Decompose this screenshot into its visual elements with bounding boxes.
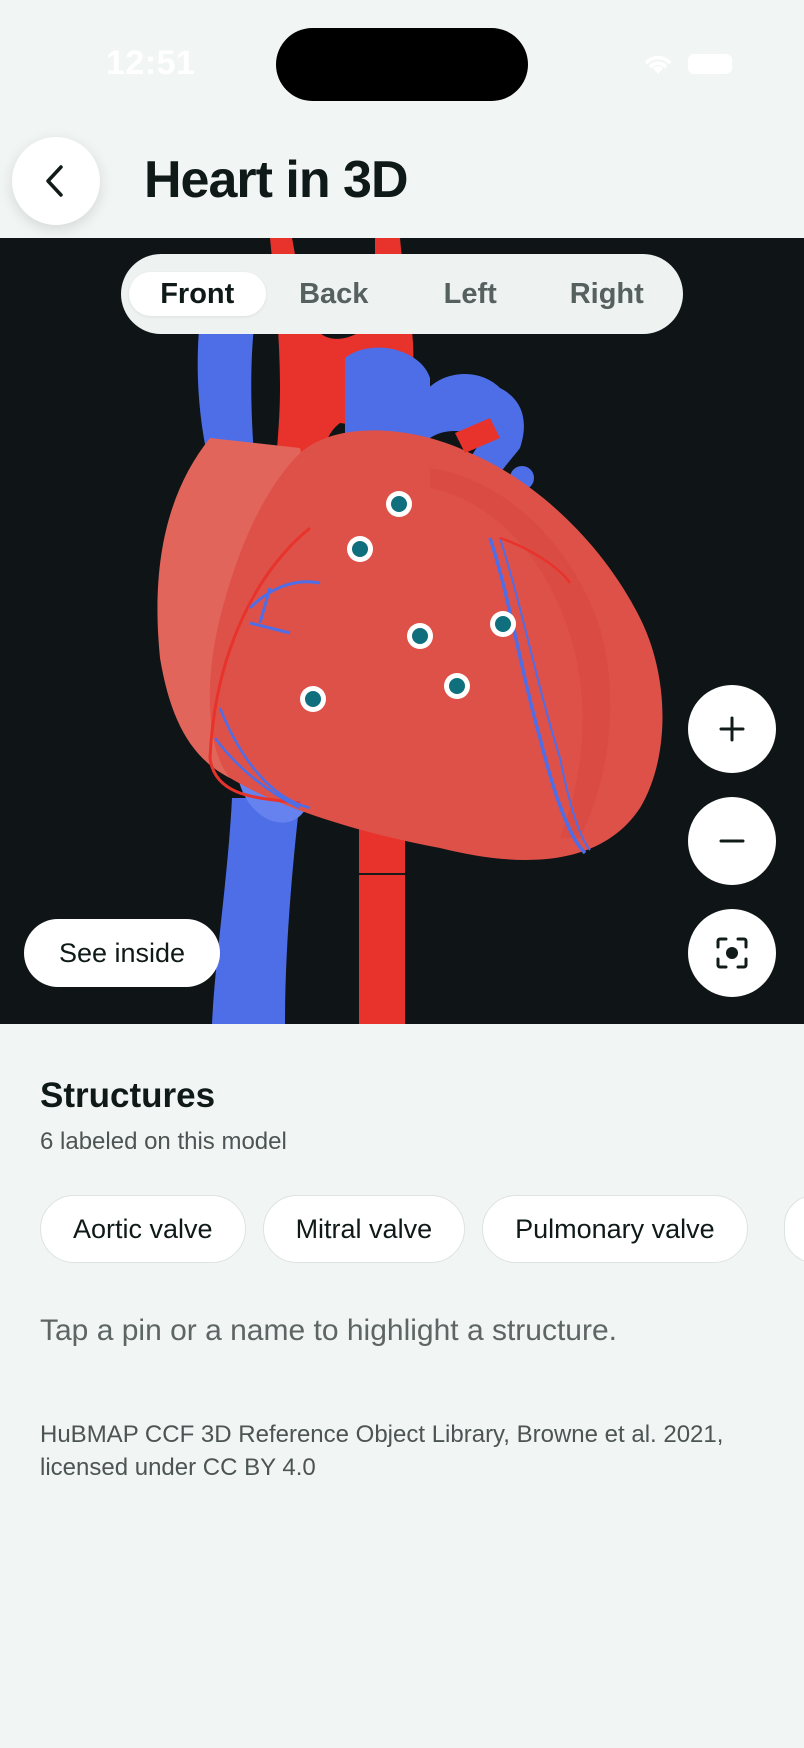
inferior-vena-cava: [212, 798, 300, 1024]
tab-back[interactable]: Back: [266, 272, 403, 316]
recenter-button[interactable]: [688, 909, 776, 997]
back-button[interactable]: [12, 137, 100, 225]
heart-model[interactable]: [0, 238, 804, 1024]
dynamic-island: [276, 28, 528, 101]
see-inside-button[interactable]: See inside: [24, 919, 220, 987]
zoom-out-button[interactable]: [688, 797, 776, 885]
page-title: Heart in 3D: [144, 151, 409, 209]
structures-hint: Tap a pin or a name to highlight a struc…: [40, 1314, 618, 1347]
tab-left[interactable]: Left: [402, 272, 539, 316]
structure-chips: Aortic valve Mitral valve Pulmonary valv…: [40, 1195, 748, 1263]
heart-3d-screen: 12:51 Heart in 3D Front Back Left Right …: [0, 0, 804, 1748]
status-bar: 12:51: [0, 0, 804, 130]
wifi-icon: [645, 55, 671, 74]
structure-pin[interactable]: [407, 623, 433, 649]
status-icons: [642, 52, 732, 76]
model-credit: HuBMAP CCF 3D Reference Object Library, …: [40, 1421, 724, 1481]
plus-icon: [719, 716, 745, 742]
status-time: 12:51: [106, 44, 196, 82]
structure-pin[interactable]: [444, 673, 470, 699]
chevron-left-icon: [46, 165, 63, 197]
chip-mitral-valve[interactable]: Mitral valve: [262, 1195, 466, 1263]
chip-aortic-valve[interactable]: Aortic valve: [40, 1195, 246, 1263]
focus-icon: [716, 937, 748, 969]
zoom-in-button[interactable]: [688, 685, 776, 773]
minus-icon: [719, 839, 745, 843]
structure-pin[interactable]: [300, 686, 326, 712]
structure-pin[interactable]: [386, 491, 412, 517]
structure-pin[interactable]: [490, 611, 516, 637]
3d-viewer[interactable]: Front Back Left Right See inside: [0, 238, 804, 1024]
chip-pulmonary-valve[interactable]: Pulmonary valve: [482, 1195, 748, 1263]
chip-next-partial[interactable]: [784, 1195, 804, 1263]
battery-icon: [688, 54, 732, 74]
tab-right[interactable]: Right: [539, 272, 676, 316]
structures-subtitle: 6 labeled on this model: [40, 1128, 287, 1155]
structure-pin[interactable]: [347, 536, 373, 562]
view-angle-tabs: Front Back Left Right: [121, 254, 683, 334]
tab-front[interactable]: Front: [129, 272, 266, 316]
structures-title: Structures: [40, 1076, 216, 1115]
